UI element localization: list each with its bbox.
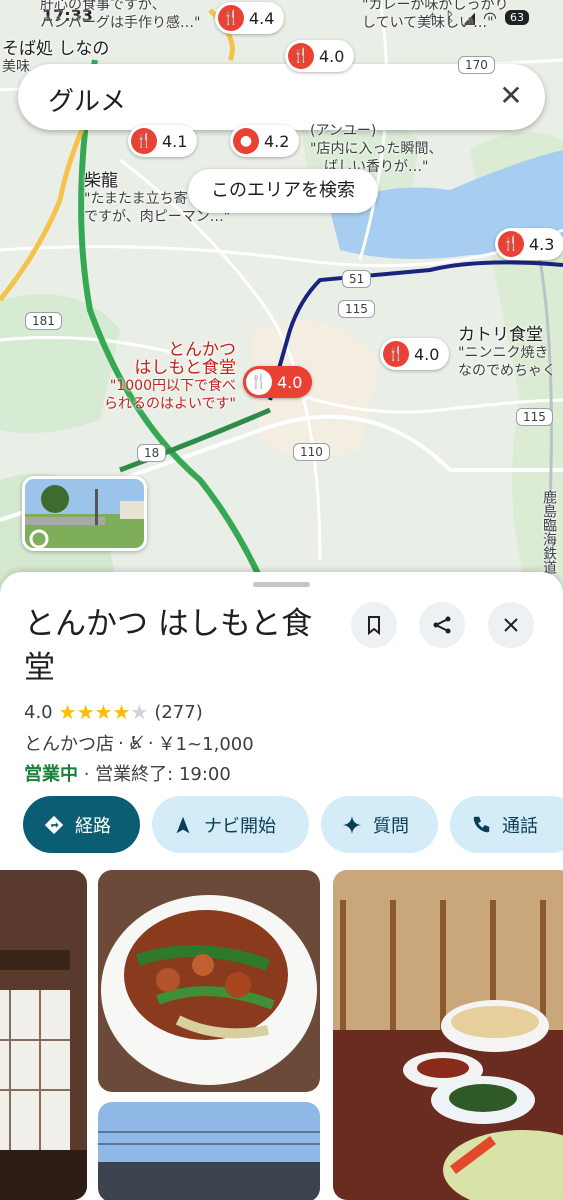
search-this-area-button[interactable]: このエリアを検索 — [188, 169, 378, 213]
map-label: "カレーが味がしっかり していて美味しい…" — [362, 0, 509, 31]
battery-indicator: 63 — [505, 9, 529, 25]
street-view-thumbnail[interactable] — [22, 476, 147, 551]
route-shield: 170 — [458, 56, 495, 74]
place-title: とんかつ はしもと食堂 — [24, 606, 313, 686]
review-count: (277) — [154, 701, 203, 723]
no-wheelchair-icon: ♿̸ — [127, 732, 144, 754]
photo-set-meal[interactable] — [333, 870, 563, 1200]
restaurant-pin[interactable]: 🍴 4.1 — [128, 125, 198, 157]
restaurant-pin[interactable]: 🍴 4.4 — [215, 2, 285, 34]
map-label: カトリ食堂 "ニンニク焼き なのでめちゃく — [458, 325, 556, 379]
map-label: 肝心の食事ですが、 ハンバーグは手作り感…" — [40, 0, 201, 31]
directions-button[interactable]: 経路 — [23, 796, 140, 853]
restaurant-pin[interactable]: 🍴 4.0 — [380, 338, 450, 370]
photo-exterior[interactable] — [98, 1102, 320, 1200]
ask-question-button[interactable]: 質問 — [321, 796, 438, 853]
rating-row[interactable]: 4.0 ★ ★ ★ ★ ★ (277) — [24, 700, 203, 724]
fork-knife-icon: 🍴 — [246, 369, 272, 395]
fork-knife-icon: 🍴 — [131, 128, 157, 154]
closing-time: · 営業終了: 19:00 — [83, 764, 231, 785]
close-icon — [504, 618, 518, 632]
hours-row[interactable]: 営業中 · 営業終了: 19:00 — [24, 760, 231, 786]
open-status: 営業中 — [24, 764, 78, 785]
save-button[interactable] — [351, 602, 397, 648]
price-range: ￥1~1,000 — [157, 734, 254, 755]
star-icon: ★ — [58, 700, 77, 724]
route-shield: 115 — [338, 300, 375, 318]
map-label: (アンユー) "店内に入った瞬間、 …ばしい香りが…" — [310, 123, 443, 175]
sparkle-icon — [342, 815, 362, 834]
separator: · — [147, 732, 154, 754]
fork-knife-icon: 🍴 — [383, 341, 409, 367]
search-query[interactable]: グルメ — [48, 81, 126, 118]
photo-food[interactable] — [98, 870, 320, 1092]
route-shield: 51 — [342, 270, 372, 288]
route-shield: 181 — [25, 312, 62, 330]
fork-knife-icon: 🍴 — [288, 43, 314, 69]
navigation-arrow-icon — [176, 816, 190, 833]
star-icon: ★ — [130, 700, 149, 724]
star-icon: ★ — [76, 700, 95, 724]
separator: · — [118, 732, 124, 754]
route-shield: 110 — [293, 443, 330, 461]
star-icon: ★ — [112, 700, 131, 724]
map-view[interactable]: 17:33 ⌖ ᛒ ◢ ◠ 63 肝心の食事ですが、 ハンバーグは手作り感…" … — [0, 0, 563, 600]
fork-knife-icon: 🍴 — [498, 231, 524, 257]
clear-search-icon[interactable]: ✕ — [495, 81, 527, 113]
share-icon — [433, 616, 451, 634]
restaurant-pin[interactable]: 🍴 4.3 — [495, 228, 563, 260]
photo-interior[interactable] — [0, 870, 87, 1200]
close-button[interactable] — [488, 602, 534, 648]
share-button[interactable] — [419, 602, 465, 648]
selected-restaurant-pin[interactable]: 🍴 4.0 — [243, 366, 313, 398]
directions-icon — [44, 815, 64, 834]
star-icon: ★ — [94, 700, 113, 724]
restaurant-pin[interactable]: ● 4.2 — [230, 125, 300, 157]
rating-value: 4.0 — [24, 701, 53, 723]
route-shield: 18 — [137, 444, 167, 462]
call-button[interactable]: 通話 — [450, 796, 563, 853]
phone-icon — [473, 816, 490, 832]
category: とんかつ店 — [24, 734, 114, 755]
map-pin-icon: ● — [233, 128, 259, 154]
fork-knife-icon: 🍴 — [218, 5, 244, 31]
restaurant-pin[interactable]: 🍴 4.0 — [285, 40, 355, 72]
action-chips: 経路 ナビ開始 質問 通話 — [23, 796, 563, 854]
place-sheet[interactable]: とんかつ はしもと食堂 4.0 ★ ★ ★ ★ ★ (277) とんかつ店 · ♿̸ ·… — [0, 572, 563, 1200]
star-rating: ★ ★ ★ ★ ★ — [59, 700, 149, 724]
railway-label: 鹿島臨海鉄道 — [541, 490, 557, 574]
sheet-drag-handle[interactable] — [253, 582, 310, 587]
start-navigation-button[interactable]: ナビ開始 — [152, 796, 309, 853]
selected-place-label: とんかつ はしもと食堂 "1000円以下で食べ られるのはよいです" — [103, 340, 236, 412]
category-row: とんかつ店 · ♿̸ · ￥1~1,000 — [24, 730, 254, 756]
bookmark-icon — [368, 616, 380, 636]
route-shield: 115 — [516, 408, 553, 426]
photo-gallery[interactable] — [0, 870, 563, 1200]
